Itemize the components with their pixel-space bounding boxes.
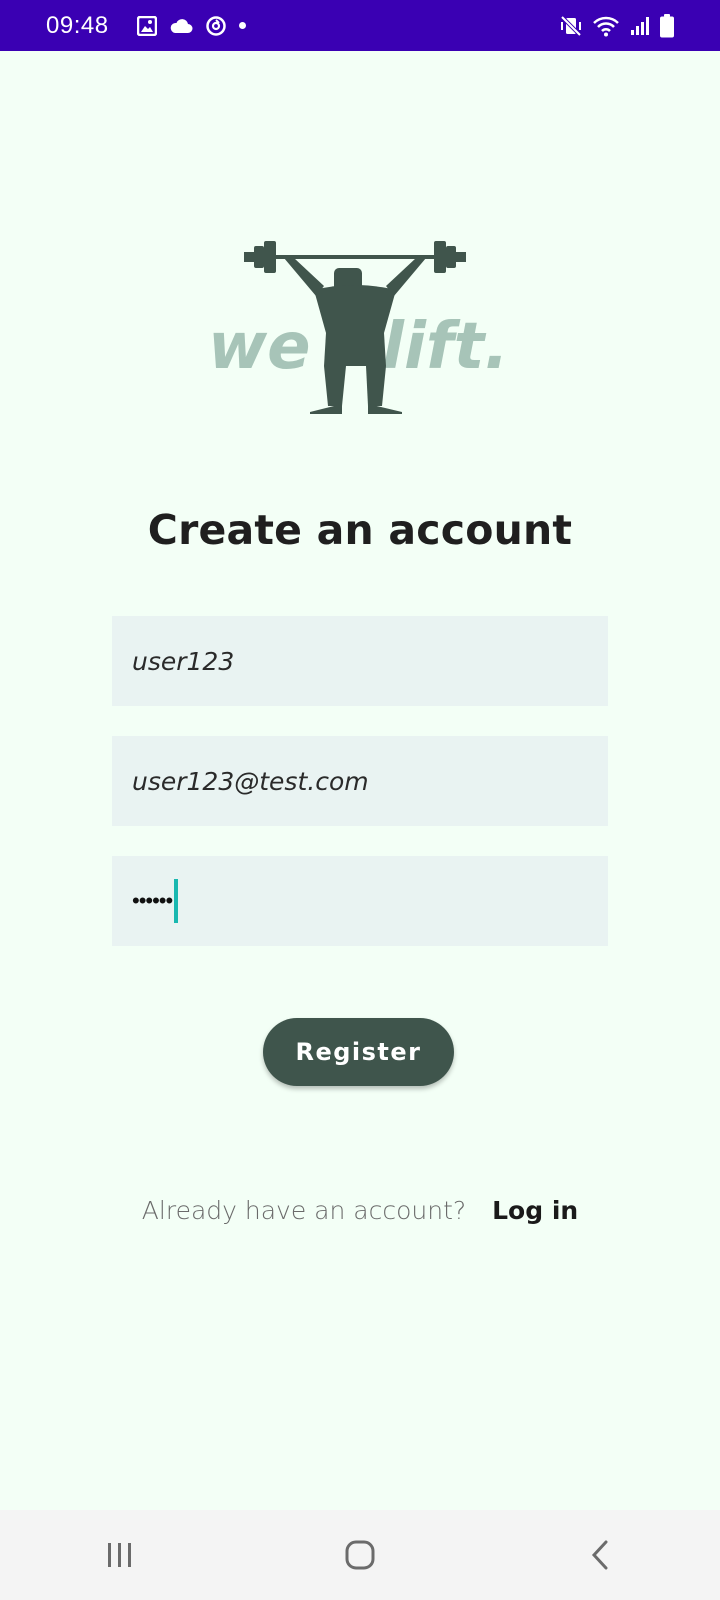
mute-vibrate-icon [560, 15, 582, 37]
username-value: user123 [132, 646, 235, 676]
home-icon [345, 1540, 375, 1570]
email-value: user123@test.com [132, 766, 369, 796]
navigation-bar [0, 1510, 720, 1600]
login-link[interactable]: Log in [492, 1196, 578, 1225]
status-left: 09:48 [46, 12, 246, 40]
login-row: Already have an account? Log in [0, 1196, 720, 1225]
recents-icon [108, 1543, 131, 1567]
login-prompt: Already have an account? [141, 1196, 467, 1225]
home-button[interactable] [320, 1525, 400, 1585]
status-right [560, 13, 674, 38]
back-button[interactable] [560, 1525, 640, 1585]
recents-button[interactable] [80, 1525, 160, 1585]
username-field[interactable]: user123 [112, 616, 608, 706]
password-field[interactable]: •••••• [112, 856, 608, 946]
welift-logo: we lift. [206, 238, 516, 428]
email-field[interactable]: user123@test.com [112, 736, 608, 826]
wifi-icon [592, 15, 620, 37]
back-icon [591, 1540, 608, 1570]
password-value: •••••• [132, 889, 173, 914]
signal-icon [630, 16, 650, 36]
cloud-icon [169, 18, 193, 34]
image-icon [136, 15, 157, 36]
status-bar: 09:48 [0, 0, 720, 51]
logo-text-we: we [208, 310, 311, 384]
battery-icon [660, 13, 674, 38]
register-button[interactable]: Register [263, 1018, 454, 1086]
text-cursor [174, 879, 179, 923]
status-notification-icons [136, 15, 246, 37]
logo-text-lift: lift. [382, 310, 509, 384]
sync-icon [205, 15, 227, 37]
dot-icon [238, 22, 246, 29]
status-time: 09:48 [46, 11, 109, 39]
page-title: Create an account [147, 506, 573, 554]
